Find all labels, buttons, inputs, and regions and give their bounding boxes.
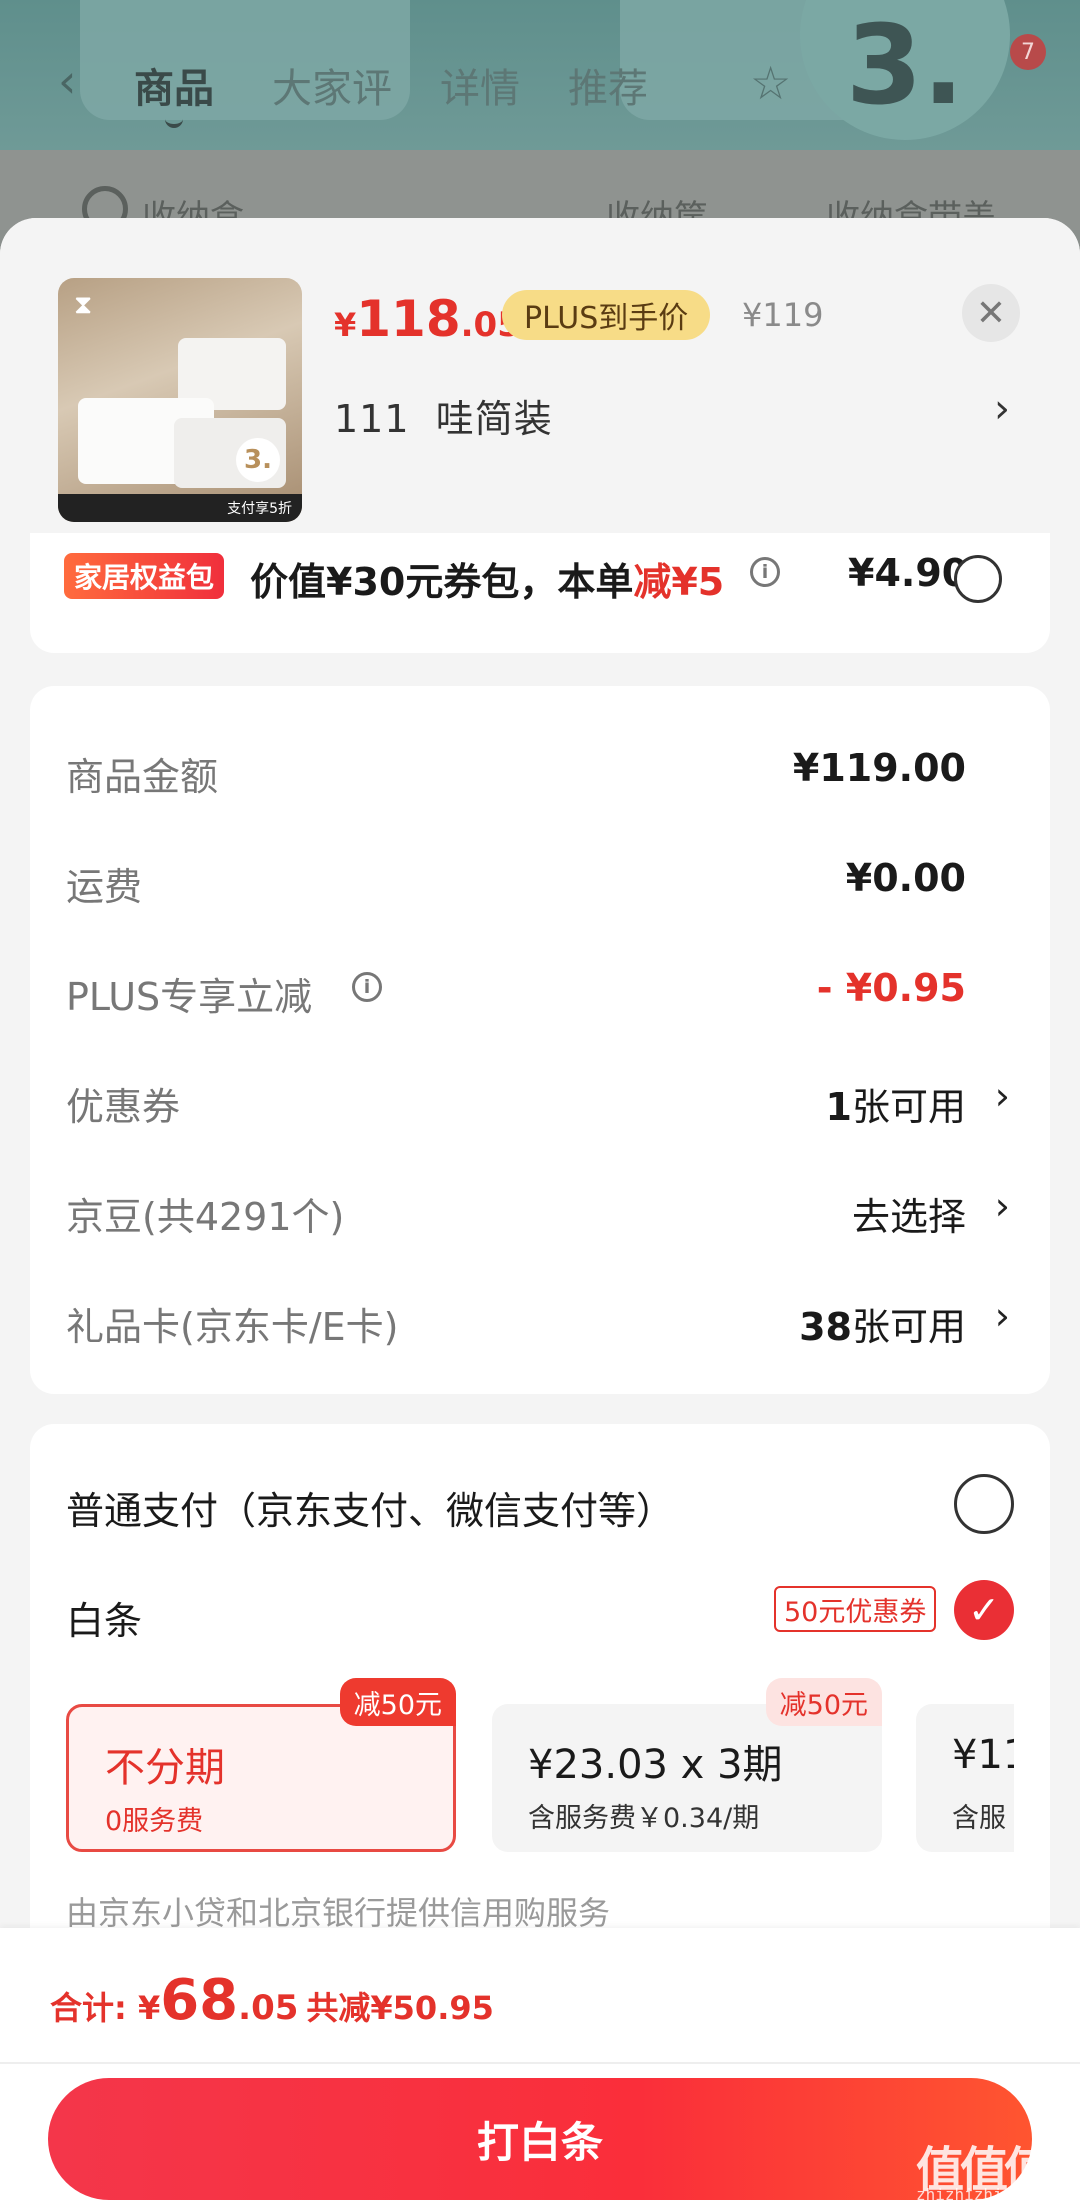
tab-recommend[interactable]: 推荐 (568, 56, 648, 114)
benefit-tag: 家居权益包 (64, 553, 225, 599)
benefit-pack-card: 家居权益包 价值¥30元券包，本单减¥5 i ¥4.90 (30, 533, 1050, 653)
star-icon[interactable]: ☆ (750, 56, 791, 110)
product-header: ⧗ 3. 支付享5折 ¥118.05 PLUS到手价 ¥119 ✕ 111 哇简… (0, 218, 1080, 558)
benefit-description: 价值¥30元券包，本单减¥5 (250, 560, 725, 604)
divider (0, 2062, 1080, 2064)
row-label: 礼品卡(京东卡/E卡) (66, 1305, 399, 1349)
installment-plan-3[interactable]: 减50元 ¥23.03 x 3期 含服务费￥0.34/期 (492, 1678, 882, 1852)
benefit-price: ¥4.90 (848, 551, 969, 595)
thumb-badge: 3. (236, 438, 280, 482)
row-value: ¥119.00 (792, 746, 966, 790)
info-icon[interactable]: i (750, 557, 780, 587)
product-price: ¥118.05 (334, 290, 521, 348)
row-value: 38张可用 (799, 1305, 966, 1349)
plan-discount-tag: 减50元 (339, 1678, 456, 1726)
tab-details[interactable]: 详情 (440, 56, 520, 114)
watermark-url: zhizhizhi.com (916, 2185, 1042, 2204)
tab-product[interactable]: 商品 (134, 56, 214, 128)
row-label: 优惠券 (66, 1085, 181, 1129)
row-label: 京豆(共4291个) (66, 1195, 345, 1239)
row-value: - ¥0.95 (816, 966, 966, 1010)
plan-clip: ¥11 含服 (916, 1704, 1014, 1852)
check-icon[interactable]: ✓ (954, 1580, 1014, 1640)
checkout-sheet: ⧗ 3. 支付享5折 ¥118.05 PLUS到手价 ¥119 ✕ 111 哇简… (0, 218, 1080, 2207)
product-thumbnail[interactable]: ⧗ 3. 支付享5折 (58, 278, 302, 522)
close-icon[interactable]: ✕ (962, 284, 1020, 342)
order-total: 合计: ¥68.05 共减¥50.95 (50, 1968, 494, 2033)
cart-count-badge: 7 (1010, 34, 1046, 70)
coupon-tag[interactable]: 50元优惠券 (774, 1586, 937, 1632)
back-icon[interactable]: ‹ (58, 58, 76, 104)
brand-logo-icon: ⧗ (74, 290, 93, 320)
plan-discount-tag: 减50元 (765, 1678, 882, 1726)
row-label: 商品金额 (66, 755, 219, 799)
row-label: PLUS专享立减 (66, 975, 313, 1019)
installment-plan-more[interactable]: ¥11 含服 (916, 1704, 1014, 1852)
row-value: 去选择 (851, 1195, 966, 1239)
total-saved: 共减¥50.95 (306, 1989, 494, 2027)
plan-subtitle: 含服务费￥0.34/期 (528, 1803, 760, 1834)
info-icon[interactable]: i (352, 972, 382, 1002)
plan-subtitle: 0服务费 (105, 1806, 204, 1837)
installment-plan-none[interactable]: 减50元 不分期 0服务费 (66, 1678, 456, 1852)
product-spec[interactable]: 111 哇简装 (334, 388, 553, 443)
plan-subtitle: 含服 (952, 1803, 1006, 1834)
chevron-right-icon[interactable]: › (995, 1074, 1010, 1118)
tab-reviews[interactable]: 大家评 (272, 56, 392, 114)
amount-summary-card: 商品金额 ¥119.00 运费 ¥0.00 PLUS专享立减 i - ¥0.95… (30, 686, 1050, 1394)
row-label: 运费 (66, 865, 143, 909)
normal-pay-label[interactable]: 普通支付（京东支付、微信支付等） (66, 1480, 674, 1535)
plus-price-tag: PLUS到手价 (502, 290, 711, 340)
normal-pay-radio[interactable] (954, 1474, 1014, 1534)
plan-title: 不分期 (105, 1745, 225, 1791)
pay-baitiao-button[interactable]: 打白条 (48, 2078, 1032, 2200)
chevron-right-icon[interactable]: › (994, 386, 1010, 432)
baitiao-label[interactable]: 白条 (66, 1590, 142, 1645)
chevron-right-icon[interactable]: › (995, 1294, 1010, 1338)
row-value: 1张可用 (825, 1085, 966, 1129)
benefit-radio[interactable] (954, 555, 1002, 603)
original-price: ¥119 (742, 296, 824, 334)
plan-title: ¥11 (952, 1732, 1014, 1778)
chevron-right-icon[interactable]: › (995, 1184, 1010, 1228)
plan-title: ¥23.03 x 3期 (528, 1742, 783, 1788)
row-value: ¥0.00 (845, 856, 966, 900)
thumb-promo-strip: 支付享5折 (58, 494, 302, 522)
